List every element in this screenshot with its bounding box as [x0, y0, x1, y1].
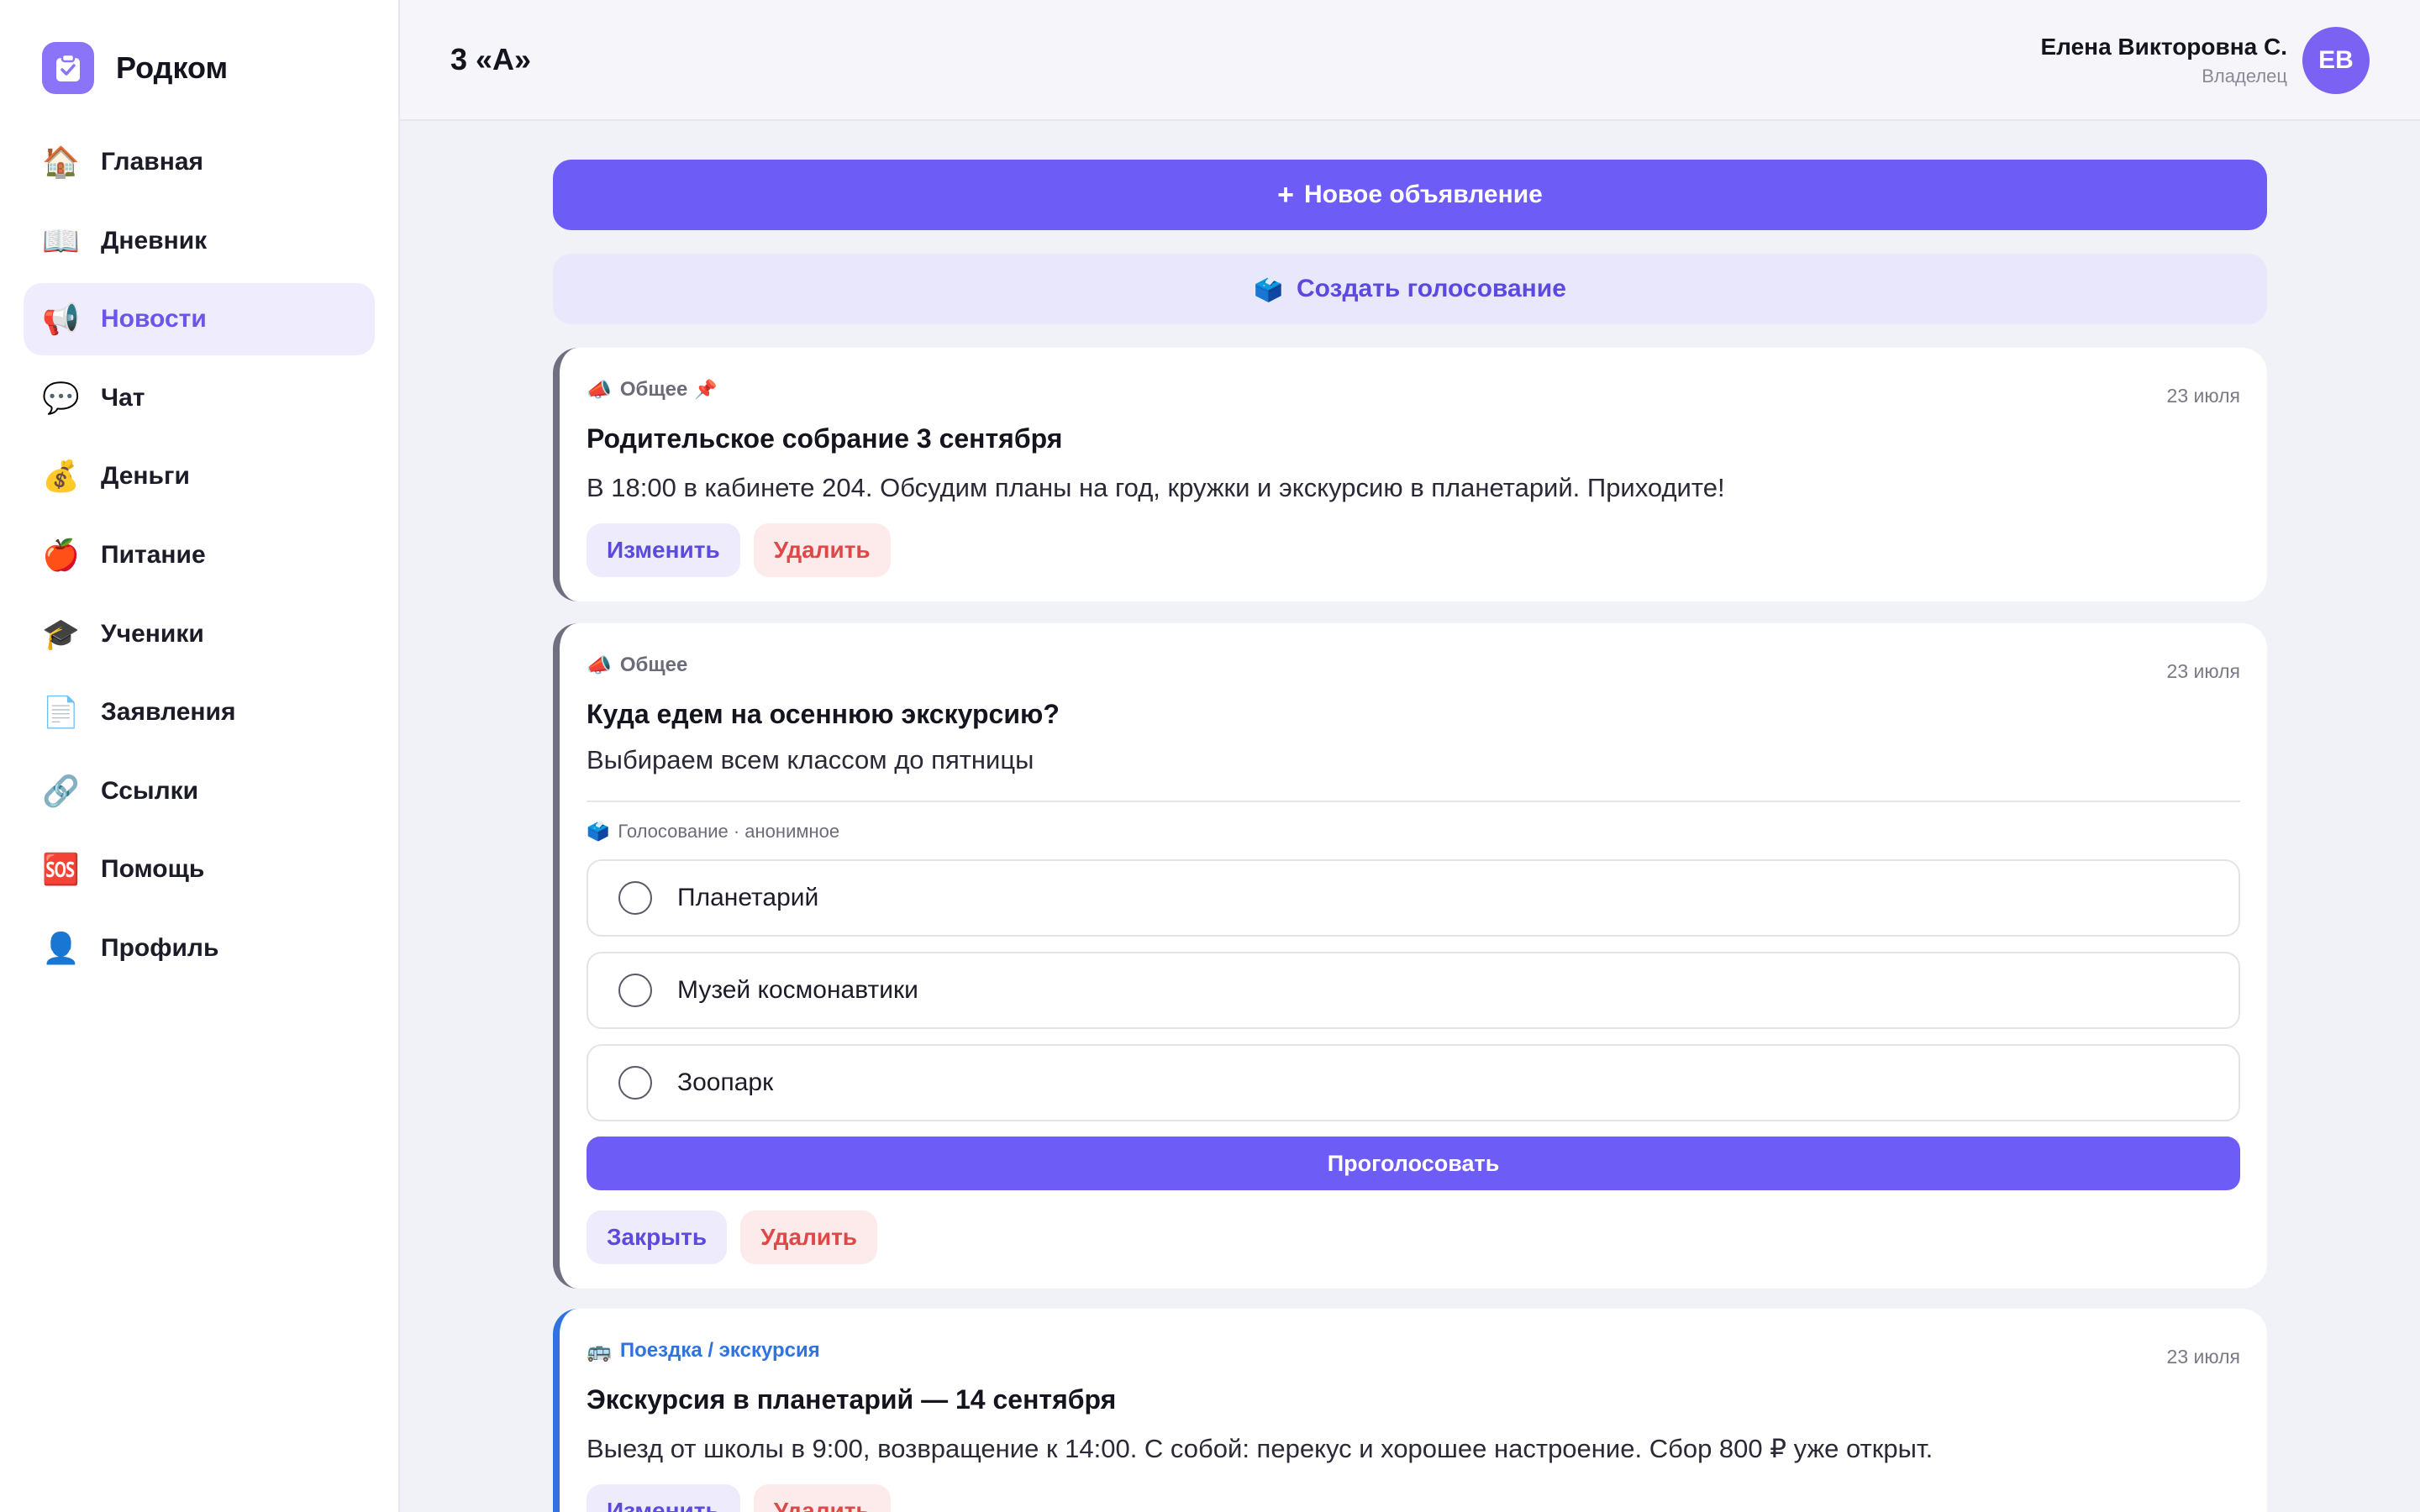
page-title: 3 «А»: [450, 42, 532, 76]
post-date: 23 июля: [2166, 385, 2240, 407]
sidebar-nav: 🏠 Главная 📖 Дневник 📢 Новости 💬 Чат 💰 Де…: [24, 126, 375, 991]
post-title: Экскурсия в планетарий — 14 сентября: [587, 1384, 1117, 1415]
user-name: Елена Викторовна С.: [2040, 34, 2287, 60]
apple-icon: 🍎: [42, 537, 80, 572]
create-poll-label: Создать голосование: [1296, 275, 1566, 302]
radio-button[interactable]: [618, 881, 652, 915]
post-category-label: Общее: [619, 654, 688, 676]
news-feed: + Новое объявление 🗳️ Создать голосовани…: [553, 160, 2267, 1512]
sidebar: Родком 🏠 Главная 📖 Дневник 📢 Новости 💬 Ч…: [0, 0, 400, 1512]
post-category: 📣 Общее: [587, 652, 2240, 679]
megaphone-icon: 📣: [587, 654, 612, 677]
sidebar-item-label: Новости: [101, 305, 207, 333]
poll-meta-label: Голосование · анонимное: [618, 821, 840, 842]
document-icon: 📄: [42, 695, 80, 730]
link-icon: 🔗: [42, 773, 80, 808]
sidebar-item-label: Чат: [101, 383, 145, 412]
post-actions: Закрыть Удалить: [587, 1210, 2240, 1264]
sidebar-item-profile[interactable]: 👤 Профиль: [24, 912, 375, 984]
delete-button[interactable]: Удалить: [740, 1210, 878, 1264]
money-bag-icon: 💰: [42, 459, 80, 494]
post-title: Куда едем на осеннюю экскурсию?: [587, 699, 1060, 729]
sidebar-item-label: Дневник: [101, 226, 208, 255]
post-text: Выезд от школы в 9:00, возвращение к 14:…: [587, 1434, 1933, 1463]
sidebar-item-news[interactable]: 📢 Новости: [24, 283, 375, 356]
poll-option[interactable]: Зоопарк: [587, 1044, 2240, 1121]
sidebar-item-label: Питание: [101, 540, 206, 569]
sidebar-item-label: Главная: [101, 148, 204, 176]
book-icon: 📖: [42, 223, 80, 258]
post-category: 📣 Общее 📌: [587, 376, 2240, 403]
user-info: Елена Викторовна С. Владелец: [2040, 34, 2287, 87]
post-card: 🚌 Поездка / экскурсия 23 июля Экскурсия …: [553, 1309, 2267, 1512]
sidebar-item-food[interactable]: 🍎 Питание: [24, 519, 375, 591]
user-role: Владелец: [2202, 66, 2287, 87]
house-icon: 🏠: [42, 144, 80, 179]
post-category-label: Поездка / экскурсия: [619, 1339, 820, 1362]
post-date: 23 июля: [2166, 660, 2240, 682]
poll-option-label: Музей космонавтики: [677, 976, 918, 1004]
poll-options: Планетарий Музей космонавтики Зоопарк: [587, 859, 2240, 1121]
edit-button[interactable]: Изменить: [587, 1484, 740, 1512]
post-category-label: Общее: [619, 378, 688, 401]
edit-button[interactable]: Изменить: [587, 523, 740, 577]
sidebar-item-label: Деньги: [101, 462, 190, 491]
user-menu[interactable]: Елена Викторовна С. Владелец ЕВ: [2040, 27, 2370, 94]
sidebar-item-label: Профиль: [101, 933, 219, 962]
sidebar-item-label: Ученики: [101, 619, 204, 648]
sidebar-item-label: Заявления: [101, 698, 236, 727]
post-title: Родительское собрание 3 сентября: [587, 423, 1063, 454]
post-actions: Изменить Удалить: [587, 523, 2240, 577]
post-date: 23 июля: [2166, 1346, 2240, 1368]
post-card: 📣 Общее 📌 23 июля Родительское собрание …: [553, 348, 2267, 601]
sidebar-item-applications[interactable]: 📄 Заявления: [24, 676, 375, 748]
sidebar-item-links[interactable]: 🔗 Ссылки: [24, 755, 375, 827]
poll-option[interactable]: Музей космонавтики: [587, 952, 2240, 1029]
poll-option[interactable]: Планетарий: [587, 859, 2240, 937]
close-poll-button[interactable]: Закрыть: [587, 1210, 728, 1264]
clipboard-check-icon: [42, 42, 94, 94]
header: 3 «А» Елена Викторовна С. Владелец ЕВ: [400, 0, 2420, 121]
megaphone-icon: 📢: [42, 302, 80, 337]
person-icon: 👤: [42, 930, 80, 965]
post-actions: Изменить Удалить: [587, 1484, 2240, 1512]
radio-button[interactable]: [618, 1066, 652, 1100]
brand[interactable]: Родком: [42, 42, 228, 94]
divider: [587, 801, 2240, 802]
poll-post-card: 📣 Общее 23 июля Куда едем на осеннюю экс…: [553, 623, 2267, 1289]
sidebar-item-home[interactable]: 🏠 Главная: [24, 126, 375, 198]
poll-meta: 🗳️ Голосование · анонимное: [587, 821, 2240, 843]
poll-option-label: Планетарий: [677, 884, 819, 911]
sidebar-item-students[interactable]: 🎓 Ученики: [24, 598, 375, 670]
avatar[interactable]: ЕВ: [2302, 27, 2370, 94]
ballot-box-icon: 🗳️: [587, 821, 610, 842]
sidebar-item-label: Помощь: [101, 855, 205, 884]
sidebar-item-chat[interactable]: 💬 Чат: [24, 362, 375, 434]
sos-icon: 🆘: [42, 852, 80, 887]
post-category: 🚌 Поездка / экскурсия: [587, 1337, 2240, 1364]
sidebar-item-help[interactable]: 🆘 Помощь: [24, 833, 375, 906]
sidebar-item-diary[interactable]: 📖 Дневник: [24, 205, 375, 277]
post-text: В 18:00 в кабинете 204. Обсудим планы на…: [587, 473, 1725, 502]
vote-button[interactable]: Проголосовать: [587, 1137, 2240, 1190]
ballot-box-icon: 🗳️: [1254, 276, 1283, 302]
new-announcement-label: Новое объявление: [1304, 181, 1543, 208]
poll-option-label: Зоопарк: [677, 1068, 774, 1096]
sidebar-item-label: Ссылки: [101, 776, 199, 805]
plus-icon: +: [1277, 178, 1294, 211]
post-text: Выбираем всем классом до пятницы: [587, 745, 1034, 774]
sidebar-item-money[interactable]: 💰 Деньги: [24, 440, 375, 512]
delete-button[interactable]: Удалить: [753, 1484, 891, 1512]
app-name: Родком: [116, 50, 229, 85]
bus-icon: 🚌: [587, 1339, 612, 1362]
radio-button[interactable]: [618, 974, 652, 1007]
speech-bubble-icon: 💬: [42, 380, 80, 415]
pin-icon: 📌: [694, 379, 718, 400]
delete-button[interactable]: Удалить: [753, 523, 891, 577]
megaphone-icon: 📣: [587, 378, 612, 402]
graduation-cap-icon: 🎓: [42, 616, 80, 651]
new-announcement-button[interactable]: + Новое объявление: [553, 160, 2267, 230]
create-poll-button[interactable]: 🗳️ Создать голосование: [553, 254, 2267, 324]
